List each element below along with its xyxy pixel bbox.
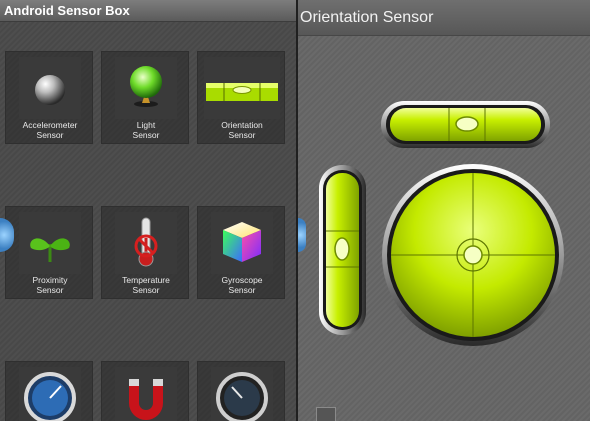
color-cube-icon — [211, 212, 273, 274]
tile-gyroscope[interactable]: Gyroscope Sensor — [197, 206, 285, 299]
thermometer-icon — [115, 212, 177, 274]
tile-label: Light Sensor — [132, 120, 160, 140]
tile-label: Orientation Sensor — [221, 120, 263, 140]
metal-ball-icon — [19, 57, 81, 119]
bullseye-bubble — [463, 245, 483, 265]
bullseye-level — [382, 164, 564, 346]
orientation-sensor-screen: Orientation Sensor — [298, 0, 590, 421]
menu-button[interactable] — [316, 407, 336, 421]
tile-orientation[interactable]: Orientation Sensor — [197, 51, 285, 144]
tile-label: Proximity Sensor — [32, 275, 68, 295]
speedometer-icon — [211, 367, 273, 421]
spirit-level-icon — [204, 57, 280, 119]
vertical-level — [319, 165, 366, 335]
tile-label: Gyroscope Sensor — [221, 275, 263, 295]
horizontal-bubble — [455, 116, 479, 132]
sensor-box-screen: Android Sensor Box Accelerometer Sensor … — [0, 0, 296, 421]
gauge-icon — [19, 367, 81, 421]
side-scroll-tab[interactable] — [298, 218, 306, 252]
tile-label: Temperature Sensor — [122, 275, 170, 295]
app-title: Android Sensor Box — [0, 0, 296, 22]
light-bulb-icon — [115, 57, 177, 119]
tile-temperature[interactable]: Temperature Sensor — [101, 206, 189, 299]
spirit-level-display — [319, 101, 564, 346]
tile-accelerometer[interactable]: Accelerometer Sensor — [5, 51, 93, 144]
tile-label: Accelerometer Sensor — [22, 120, 78, 140]
tile-gauge[interactable] — [5, 361, 93, 421]
sprout-icon — [19, 212, 81, 274]
magnet-icon — [115, 367, 177, 421]
vertical-bubble — [334, 237, 350, 261]
tile-proximity[interactable]: Proximity Sensor — [5, 206, 93, 299]
tile-magnet[interactable] — [101, 361, 189, 421]
tile-light[interactable]: Light Sensor — [101, 51, 189, 144]
tile-speedometer[interactable] — [197, 361, 285, 421]
horizontal-level — [381, 101, 550, 148]
